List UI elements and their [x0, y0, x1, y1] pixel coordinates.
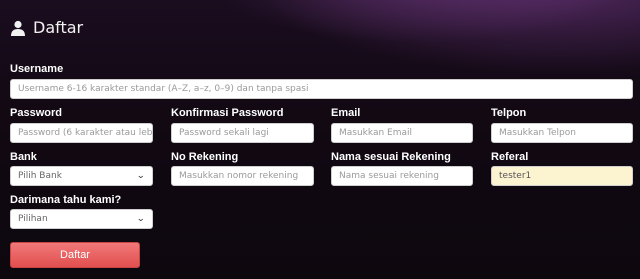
source-select-value: Pilihan	[18, 214, 48, 224]
email-label: Email	[331, 107, 361, 119]
confirm-password-input[interactable]: Password sekali lagi	[171, 123, 314, 143]
bank-label: Bank	[10, 151, 37, 163]
user-icon	[10, 20, 26, 36]
username-input[interactable]: Username 6-16 karakter standar (A–Z, a–z…	[10, 79, 633, 99]
account-number-input[interactable]: Masukkan nomor rekening	[171, 166, 314, 186]
password-label: Password	[10, 107, 62, 119]
bank-select[interactable]: Pilih Bank ⌄	[10, 166, 153, 186]
account-number-label: No Rekening	[171, 151, 239, 163]
username-label: Username	[10, 63, 64, 75]
account-name-input[interactable]: Nama sesuai rekening	[331, 166, 473, 186]
chevron-down-icon: ⌄	[136, 171, 146, 181]
page-header: Daftar	[10, 18, 83, 37]
phone-input[interactable]: Masukkan Telpon	[491, 123, 633, 143]
bank-select-value: Pilih Bank	[18, 171, 62, 181]
phone-label: Telpon	[491, 107, 527, 119]
referral-input[interactable]: tester1	[491, 166, 633, 186]
source-select[interactable]: Pilihan ⌄	[10, 209, 153, 229]
chevron-down-icon: ⌄	[136, 214, 146, 224]
password-input[interactable]: Password (6 karakter atau lebih)	[10, 123, 153, 143]
page-title: Daftar	[33, 18, 84, 37]
source-label: Darimana tahu kami?	[10, 194, 122, 206]
email-input[interactable]: Masukkan Email	[331, 123, 473, 143]
referral-label: Referal	[491, 151, 529, 163]
account-name-label: Nama sesuai Rekening	[331, 151, 451, 163]
confirm-password-label: Konfirmasi Password	[171, 107, 284, 119]
register-button[interactable]: Daftar	[10, 242, 140, 268]
